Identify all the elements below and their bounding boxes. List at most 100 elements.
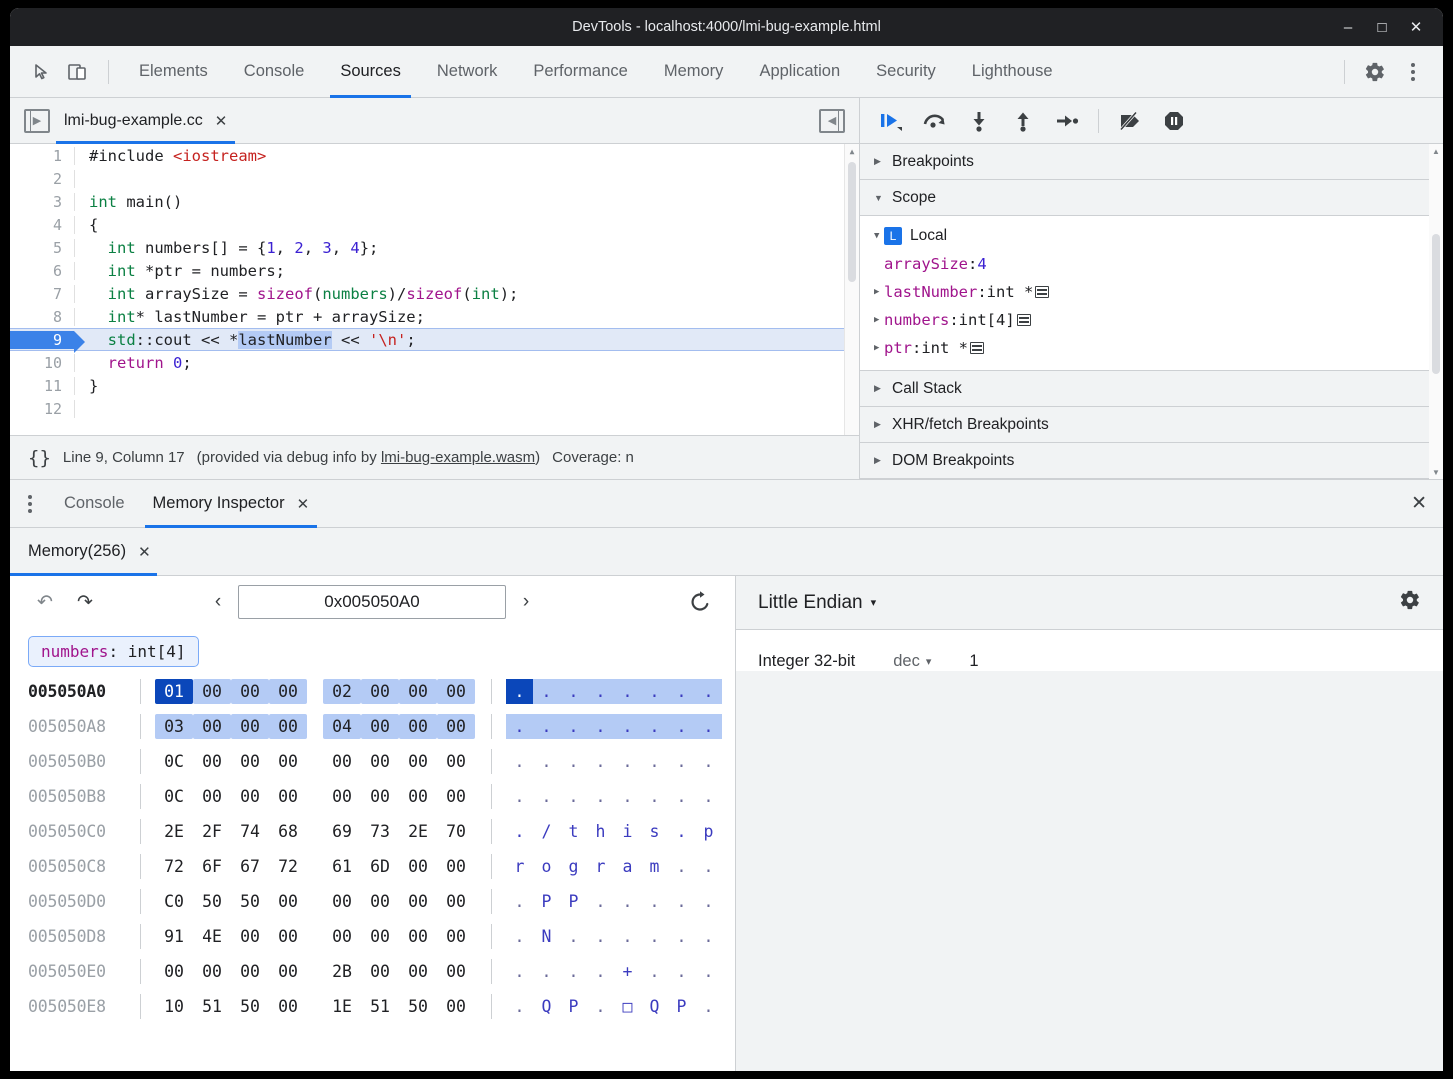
code-line[interactable]: 12 bbox=[10, 397, 859, 420]
hex-byte[interactable]: 00 bbox=[399, 959, 437, 984]
line-number[interactable]: 9 bbox=[10, 331, 74, 349]
hex-byte[interactable]: 00 bbox=[437, 889, 475, 914]
ascii-char[interactable]: . bbox=[560, 749, 587, 774]
address-input[interactable]: 0x005050A0 bbox=[238, 585, 506, 619]
ascii-char[interactable]: . bbox=[560, 714, 587, 739]
ascii-char[interactable]: . bbox=[506, 924, 533, 949]
ascii-char[interactable]: . bbox=[587, 924, 614, 949]
drawer-more-options-icon[interactable] bbox=[10, 495, 50, 513]
ascii-char[interactable]: s bbox=[641, 819, 668, 844]
hex-byte[interactable]: 74 bbox=[231, 819, 269, 844]
ascii-char[interactable]: . bbox=[506, 784, 533, 809]
ascii-char[interactable]: . bbox=[614, 784, 641, 809]
hex-byte[interactable]: 00 bbox=[193, 714, 231, 739]
scroll-thumb[interactable] bbox=[848, 162, 856, 282]
ascii-char[interactable]: P bbox=[533, 889, 560, 914]
code-line[interactable]: 1#include <iostream> bbox=[10, 144, 859, 167]
more-options-icon[interactable] bbox=[1393, 63, 1433, 81]
close-drawer-icon[interactable]: ✕ bbox=[1411, 492, 1443, 515]
code-line[interactable]: 6 int *ptr = numbers; bbox=[10, 259, 859, 282]
ascii-char[interactable]: h bbox=[587, 819, 614, 844]
hex-row[interactable]: 005050E8105150001E515000.QP.□QP. bbox=[28, 989, 735, 1024]
ascii-char[interactable]: . bbox=[668, 679, 695, 704]
hex-byte[interactable]: 00 bbox=[193, 784, 231, 809]
ascii-char[interactable]: . bbox=[695, 679, 722, 704]
section-scope[interactable]: ▼ Scope bbox=[860, 180, 1443, 216]
ascii-char[interactable]: r bbox=[506, 854, 533, 879]
hex-byte[interactable]: 00 bbox=[361, 749, 399, 774]
hex-dump[interactable]: 005050A00100000002000000........005050A8… bbox=[10, 674, 735, 1071]
hex-byte[interactable]: 04 bbox=[323, 714, 361, 739]
ascii-char[interactable]: . bbox=[668, 749, 695, 774]
ascii-char[interactable]: P bbox=[560, 889, 587, 914]
hex-byte[interactable]: 2B bbox=[323, 959, 361, 984]
pause-on-exceptions-icon[interactable] bbox=[1155, 104, 1193, 138]
hex-byte[interactable]: 73 bbox=[361, 819, 399, 844]
ascii-char[interactable]: . bbox=[695, 889, 722, 914]
hex-byte[interactable]: 00 bbox=[399, 924, 437, 949]
ascii-char[interactable]: p bbox=[695, 819, 722, 844]
hex-byte[interactable]: 72 bbox=[155, 854, 193, 879]
hex-byte[interactable]: 03 bbox=[155, 714, 193, 739]
tab-sources[interactable]: Sources bbox=[322, 46, 419, 98]
hex-byte[interactable]: 6F bbox=[193, 854, 231, 879]
open-in-memory-inspector-icon[interactable] bbox=[1035, 286, 1049, 298]
scope-variable-row[interactable]: ▶lastNumber: int * bbox=[860, 278, 1443, 306]
ascii-char[interactable]: t bbox=[560, 819, 587, 844]
ascii-char[interactable]: . bbox=[668, 959, 695, 984]
hex-byte[interactable]: 2E bbox=[155, 819, 193, 844]
step-over-icon[interactable] bbox=[916, 104, 954, 138]
hex-byte[interactable]: 00 bbox=[437, 784, 475, 809]
ascii-char[interactable]: . bbox=[614, 749, 641, 774]
code-line[interactable]: 5 int numbers[] = {1, 2, 3, 4}; bbox=[10, 236, 859, 259]
close-button[interactable]: ✕ bbox=[1399, 12, 1433, 42]
hex-byte[interactable]: 00 bbox=[323, 784, 361, 809]
line-number[interactable]: 4 bbox=[10, 216, 74, 234]
hex-byte[interactable]: 00 bbox=[437, 924, 475, 949]
ascii-char[interactable]: . bbox=[695, 714, 722, 739]
ascii-char[interactable]: . bbox=[560, 784, 587, 809]
ascii-char[interactable]: . bbox=[695, 854, 722, 879]
ascii-char[interactable]: . bbox=[506, 889, 533, 914]
scroll-down-arrow[interactable]: ▼ bbox=[1429, 465, 1443, 479]
ascii-char[interactable]: P bbox=[560, 994, 587, 1019]
ascii-char[interactable]: . bbox=[587, 889, 614, 914]
hex-byte[interactable]: 00 bbox=[231, 679, 269, 704]
maximize-button[interactable]: □ bbox=[1365, 12, 1399, 42]
ascii-char[interactable]: . bbox=[695, 749, 722, 774]
ascii-char[interactable]: a bbox=[614, 854, 641, 879]
ascii-char[interactable]: . bbox=[668, 889, 695, 914]
hex-byte[interactable]: 01 bbox=[155, 679, 193, 704]
hex-byte[interactable]: 00 bbox=[399, 854, 437, 879]
chevron-right-icon[interactable]: ▶ bbox=[874, 343, 884, 353]
hex-byte[interactable]: 4E bbox=[193, 924, 231, 949]
file-tab-lmi-bug-example-cc[interactable]: lmi-bug-example.cc ✕ bbox=[50, 98, 241, 144]
ascii-char[interactable]: i bbox=[614, 819, 641, 844]
tab-console[interactable]: Console bbox=[226, 46, 323, 98]
scope-variable-row[interactable]: ▶numbers: int[4] bbox=[860, 306, 1443, 334]
hex-byte[interactable]: C0 bbox=[155, 889, 193, 914]
hex-byte[interactable]: 00 bbox=[231, 959, 269, 984]
hex-byte[interactable]: 68 bbox=[269, 819, 307, 844]
tab-elements[interactable]: Elements bbox=[121, 46, 226, 98]
ascii-char[interactable]: . bbox=[506, 994, 533, 1019]
ascii-char[interactable]: N bbox=[533, 924, 560, 949]
ascii-char[interactable]: . bbox=[614, 714, 641, 739]
hex-byte[interactable]: 72 bbox=[269, 854, 307, 879]
chevron-right-icon[interactable]: ▶ bbox=[874, 287, 884, 297]
code-line[interactable]: 2 bbox=[10, 167, 859, 190]
hex-byte[interactable]: 0C bbox=[155, 784, 193, 809]
hex-byte[interactable]: 51 bbox=[361, 994, 399, 1019]
hex-row[interactable]: 005050D0C050500000000000.PP..... bbox=[28, 884, 735, 919]
hex-byte[interactable]: 00 bbox=[193, 679, 231, 704]
deactivate-breakpoints-icon[interactable] bbox=[1111, 104, 1149, 138]
ascii-char[interactable]: + bbox=[614, 959, 641, 984]
hex-byte[interactable]: 50 bbox=[231, 889, 269, 914]
hex-byte[interactable]: 00 bbox=[231, 749, 269, 774]
editor-vertical-scrollbar[interactable]: ▲ bbox=[844, 144, 859, 435]
pretty-print-icon[interactable]: {} bbox=[28, 447, 51, 469]
scroll-thumb[interactable] bbox=[1432, 234, 1440, 374]
hex-byte[interactable]: 70 bbox=[437, 819, 475, 844]
step-out-icon[interactable] bbox=[1004, 104, 1042, 138]
chevron-right-icon[interactable]: ▶ bbox=[874, 315, 884, 325]
